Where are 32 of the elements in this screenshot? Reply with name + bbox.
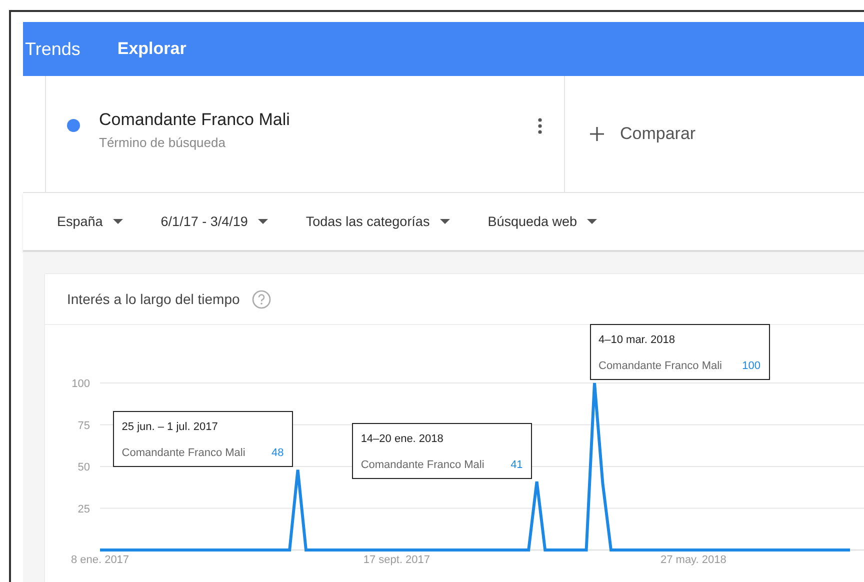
- y-tick-label: 100: [72, 378, 90, 390]
- tooltip-series: Comandante Franco Mali: [122, 446, 246, 459]
- search-term-type: Término de búsqueda: [99, 135, 226, 150]
- filter-dropdown[interactable]: 6/1/17 - 3/4/19: [160, 214, 268, 229]
- tooltip-date: 4–10 mar. 2018: [598, 334, 676, 346]
- caret-icon: [258, 219, 268, 224]
- plus-icon: [590, 127, 604, 141]
- y-tick-label: 75: [78, 420, 90, 432]
- tooltip-series: Comandante Franco Mali: [360, 458, 484, 471]
- app-title: Trends: [25, 38, 80, 60]
- filter-dropdown[interactable]: España: [57, 214, 123, 229]
- caret-icon: [440, 219, 450, 224]
- filter-dropdown[interactable]: Búsqueda web: [488, 214, 598, 229]
- tooltip-value: 48: [272, 446, 284, 459]
- explore-link[interactable]: Explorar: [117, 39, 186, 59]
- compare-button[interactable]: Comparar: [565, 76, 696, 192]
- tooltip-date: 25 jun. – 1 jul. 2017: [122, 420, 219, 433]
- tooltip-date: 14–20 ene. 2018: [360, 432, 444, 445]
- tooltip-series: Comandante Franco Mali: [598, 360, 722, 372]
- more-options-icon[interactable]: [538, 118, 542, 134]
- tooltip-value: 100: [742, 360, 760, 372]
- y-tick-label: 25: [78, 503, 90, 516]
- caret-icon: [112, 219, 123, 224]
- tooltip-value: 41: [510, 458, 523, 471]
- filter-dropdown[interactable]: Todas las categorías: [306, 214, 450, 229]
- chart-title: Interés a lo largo del tiempo: [67, 291, 240, 307]
- y-tick-label: 50: [78, 462, 90, 474]
- search-term-name: Comandante Franco Mali: [99, 110, 291, 130]
- caret-icon: [587, 219, 598, 224]
- x-tick-label: 17 sept. 2017: [363, 554, 430, 566]
- x-tick-label: 8 ene. 2017: [70, 554, 130, 566]
- x-tick-label: 27 may. 2018: [660, 554, 726, 566]
